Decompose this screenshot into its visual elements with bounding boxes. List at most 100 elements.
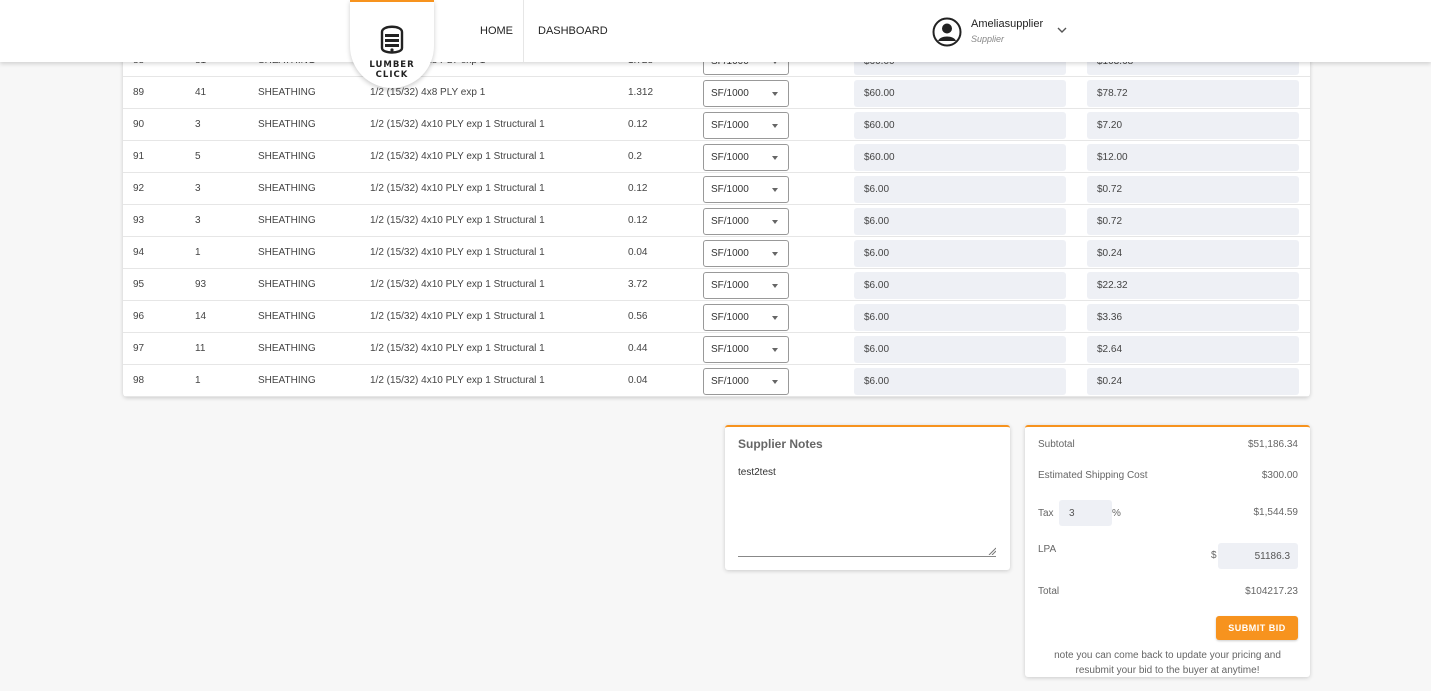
tax-label: Tax: [1038, 508, 1054, 519]
row-id: 89: [133, 87, 145, 98]
resubmit-note: note you can come back to update your pr…: [1054, 650, 1281, 676]
unit-select[interactable]: SF/1000: [703, 304, 789, 331]
row-qty: 1: [195, 247, 201, 258]
caret-down-icon: [772, 220, 778, 224]
row-category: SHEATHING: [258, 375, 316, 386]
unit-select[interactable]: SF/1000: [703, 272, 789, 299]
table-row: 93 3 SHEATHING 1/2 (15/32) 4x10 PLY exp 1 S…: [123, 205, 1310, 237]
unit-select[interactable]: SF/1000: [703, 336, 789, 363]
subtotal-label: Subtotal: [1038, 439, 1075, 450]
unit-select[interactable]: SF/1000: [703, 112, 789, 139]
subtotal-value: $51,186.34: [1247, 439, 1298, 450]
line-total: $78.72: [1087, 80, 1299, 107]
row-qty: 3: [195, 183, 201, 194]
unit-select-value: SF/1000: [711, 152, 749, 163]
supplier-notes-title: Supplier Notes: [738, 437, 823, 451]
table-row: 96 14 SHEATHING 1/2 (15/32) 4x10 PLY exp 1 …: [123, 301, 1310, 333]
nav-home-link[interactable]: HOME: [480, 0, 513, 62]
unit-price-input[interactable]: $6.00: [854, 336, 1066, 363]
row-qty: 3: [195, 119, 201, 130]
unit-select[interactable]: SF/1000: [703, 176, 789, 203]
line-total: $2.64: [1087, 336, 1299, 363]
tax-input[interactable]: [1059, 500, 1112, 526]
row-id: 94: [133, 247, 145, 258]
row-qty: 41: [195, 87, 207, 98]
table-row: 92 3 SHEATHING 1/2 (15/32) 4x10 PLY exp 1 S…: [123, 173, 1310, 205]
unit-select[interactable]: SF/1000: [703, 240, 789, 267]
line-total: $3.36: [1087, 304, 1299, 331]
row-id: 95: [133, 279, 145, 290]
table-row: 91 5 SHEATHING 1/2 (15/32) 4x10 PLY exp 1 S…: [123, 141, 1310, 173]
row-category: SHEATHING: [258, 279, 316, 290]
row-description: 1/2 (15/32) 4x10 PLY exp 1 Structural 1: [370, 343, 545, 354]
row-category: SHEATHING: [258, 215, 316, 226]
caret-down-icon: [772, 92, 778, 96]
shipping-label: Estimated Shipping Cost: [1038, 470, 1148, 481]
row-qty: 11: [195, 343, 206, 354]
lpa-input[interactable]: [1218, 543, 1298, 569]
row-id: 93: [133, 215, 145, 226]
unit-select-value: SF/1000: [711, 88, 749, 99]
table-row: 89 41 SHEATHING 1/2 (15/32) 4x8 PLY exp 1 1.…: [123, 77, 1310, 109]
row-id: 90: [133, 119, 145, 130]
unit-select[interactable]: SF/1000: [703, 144, 789, 171]
supplier-notes-card: Supplier Notes test2test: [725, 425, 1010, 570]
row-description: 1/2 (15/32) 4x10 PLY exp 1 Structural 1: [370, 215, 545, 226]
user-circle-icon[interactable]: [932, 17, 962, 47]
caret-down-icon: [772, 252, 778, 256]
line-total: $0.72: [1087, 176, 1299, 203]
lpa-label: LPA: [1038, 544, 1057, 555]
submit-bid-button[interactable]: SUBMIT BID: [1216, 616, 1298, 640]
unit-price-input[interactable]: $60.00: [854, 80, 1066, 107]
unit-price-input[interactable]: $6.00: [854, 368, 1066, 395]
user-name[interactable]: Ameliasupplier: [971, 18, 1043, 30]
unit-select[interactable]: SF/1000: [703, 208, 789, 235]
tax-value: $1,544.59: [1253, 507, 1299, 518]
row-volume: 0.04: [628, 247, 648, 258]
caret-down-icon: [772, 188, 778, 192]
unit-select-value: SF/1000: [711, 184, 749, 195]
row-volume: 0.44: [628, 343, 648, 354]
row-category: SHEATHING: [258, 119, 316, 130]
row-id: 96: [133, 311, 145, 322]
unit-select-value: SF/1000: [711, 344, 749, 355]
row-category: SHEATHING: [258, 343, 316, 354]
unit-price-input[interactable]: $6.00: [854, 176, 1066, 203]
unit-price-input[interactable]: $60.00: [854, 112, 1066, 139]
row-qty: 5: [195, 151, 201, 162]
table-row: 90 3 SHEATHING 1/2 (15/32) 4x10 PLY exp 1 S…: [123, 109, 1310, 141]
row-id: 97: [133, 343, 145, 354]
line-total: $22.32: [1087, 272, 1299, 299]
lumber-click-logo-icon: [380, 25, 404, 54]
unit-select[interactable]: SF/1000: [703, 368, 789, 395]
chevron-down-icon[interactable]: [1057, 27, 1067, 34]
nav-divider: [523, 0, 524, 62]
unit-price-input[interactable]: $6.00: [854, 208, 1066, 235]
table-row: 94 1 SHEATHING 1/2 (15/32) 4x10 PLY exp 1 S…: [123, 237, 1310, 269]
unit-select[interactable]: SF/1000: [703, 80, 789, 107]
nav-dashboard-link[interactable]: DASHBOARD: [538, 0, 608, 62]
line-total: $0.24: [1087, 368, 1299, 395]
row-qty: 14: [195, 311, 207, 322]
supplier-notes-textarea[interactable]: test2test: [738, 467, 996, 557]
unit-price-input[interactable]: $6.00: [854, 304, 1066, 331]
total-label: Total: [1038, 586, 1060, 597]
row-volume: 3.72: [628, 279, 648, 290]
unit-select-value: SF/1000: [711, 120, 749, 131]
row-description: 1/2 (15/32) 4x10 PLY exp 1 Structural 1: [370, 119, 545, 130]
unit-price-input[interactable]: $6.00: [854, 272, 1066, 299]
resize-handle-icon[interactable]: [988, 547, 996, 555]
unit-select-value: SF/1000: [711, 248, 749, 259]
row-category: SHEATHING: [258, 311, 316, 322]
row-description: 1/2 (15/32) 4x10 PLY exp 1 Structural 1: [370, 279, 545, 290]
row-id: 91: [133, 151, 145, 162]
table-row: 97 11 SHEATHING 1/2 (15/32) 4x10 PLY exp 1 …: [123, 333, 1310, 365]
line-total: $7.20: [1087, 112, 1299, 139]
line-total: $12.00: [1087, 144, 1299, 171]
unit-price-input[interactable]: $60.00: [854, 144, 1066, 171]
row-description: 1/2 (15/32) 4x10 PLY exp 1 Structural 1: [370, 311, 545, 322]
unit-price-input[interactable]: $6.00: [854, 240, 1066, 267]
row-volume: 0.56: [628, 311, 648, 322]
user-role: Supplier: [971, 34, 1005, 44]
lumber-click-logo[interactable]: LUMBER CLICK: [350, 0, 434, 88]
